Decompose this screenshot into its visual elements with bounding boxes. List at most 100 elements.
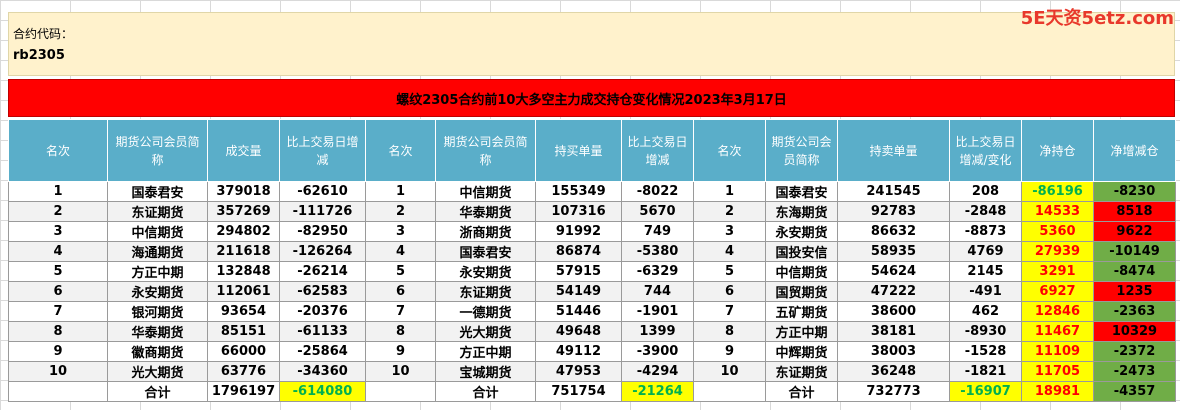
volume-change-cell[interactable]: -111726: [279, 201, 366, 222]
long-change-cell[interactable]: 744: [621, 281, 694, 302]
long-cell[interactable]: 86874: [535, 241, 622, 262]
total-cell[interactable]: [693, 381, 766, 402]
short-cell[interactable]: 36248: [837, 361, 950, 382]
rank-cell[interactable]: 5: [8, 261, 108, 282]
rank-cell[interactable]: 2: [8, 201, 108, 222]
short-change-cell[interactable]: 462: [949, 301, 1022, 322]
short-cell[interactable]: 47222: [837, 281, 950, 302]
short-change-header[interactable]: 比上交易日增减/变化: [949, 119, 1022, 182]
volume-cell[interactable]: 132848: [207, 261, 280, 282]
member-cell[interactable]: 国泰君安: [765, 181, 838, 202]
long-change-cell[interactable]: -4294: [621, 361, 694, 382]
member-header[interactable]: 期货公司会员简称: [435, 119, 536, 182]
short-cell[interactable]: 241545: [837, 181, 950, 202]
rank-cell[interactable]: 6: [693, 281, 766, 302]
rank-cell[interactable]: 1: [8, 181, 108, 202]
member-cell[interactable]: 宝城期货: [435, 361, 536, 382]
total-label-cell[interactable]: 合计: [107, 381, 208, 402]
short-cell[interactable]: 54624: [837, 261, 950, 282]
rank-cell[interactable]: 3: [365, 221, 436, 242]
member-cell[interactable]: 国投安信: [765, 241, 838, 262]
member-cell[interactable]: 华泰期货: [435, 201, 536, 222]
member-cell[interactable]: 东证期货: [435, 281, 536, 302]
long-change-cell[interactable]: -8022: [621, 181, 694, 202]
long-change-cell[interactable]: -1901: [621, 301, 694, 322]
long-cell[interactable]: 47953: [535, 361, 622, 382]
rank-header[interactable]: 名次: [365, 119, 436, 182]
rank-cell[interactable]: 7: [8, 301, 108, 322]
member-cell[interactable]: 浙商期货: [435, 221, 536, 242]
net-change-cell[interactable]: -8474: [1093, 261, 1176, 282]
member-cell[interactable]: 中信期货: [765, 261, 838, 282]
short-change-cell[interactable]: 2145: [949, 261, 1022, 282]
long-change-cell[interactable]: 5670: [621, 201, 694, 222]
short-change-cell[interactable]: -491: [949, 281, 1022, 302]
volume-cell[interactable]: 379018: [207, 181, 280, 202]
net-change-cell[interactable]: 9622: [1093, 221, 1176, 242]
member-cell[interactable]: 光大期货: [107, 361, 208, 382]
volume-cell[interactable]: 211618: [207, 241, 280, 262]
volume-change-cell[interactable]: -20376: [279, 301, 366, 322]
long-change-cell[interactable]: -3900: [621, 341, 694, 362]
member-cell[interactable]: 方正中期: [107, 261, 208, 282]
rank-cell[interactable]: 5: [693, 261, 766, 282]
member-cell[interactable]: 永安期货: [765, 221, 838, 242]
long-header[interactable]: 持买单量: [535, 119, 622, 182]
short-cell[interactable]: 38003: [837, 341, 950, 362]
member-cell[interactable]: 永安期货: [435, 261, 536, 282]
long-cell[interactable]: 49648: [535, 321, 622, 342]
net-position-cell[interactable]: 5360: [1021, 221, 1094, 242]
net-change-cell[interactable]: 8518: [1093, 201, 1176, 222]
member-cell[interactable]: 东海期货: [765, 201, 838, 222]
net-change-cell[interactable]: 1235: [1093, 281, 1176, 302]
short-change-cell[interactable]: 208: [949, 181, 1022, 202]
member-cell[interactable]: 中信期货: [107, 221, 208, 242]
long-change-header[interactable]: 比上交易日增减: [621, 119, 694, 182]
volume-change-cell[interactable]: -62583: [279, 281, 366, 302]
volume-cell[interactable]: 63776: [207, 361, 280, 382]
volume-cell[interactable]: 66000: [207, 341, 280, 362]
member-header[interactable]: 期货公司会员简称: [765, 119, 838, 182]
total-cell[interactable]: 751754: [535, 381, 622, 402]
rank-cell[interactable]: 9: [8, 341, 108, 362]
total-cell[interactable]: -16907: [949, 381, 1022, 402]
net-change-cell[interactable]: -10149: [1093, 241, 1176, 262]
net-position-cell[interactable]: 6927: [1021, 281, 1094, 302]
total-label-cell[interactable]: 合计: [765, 381, 838, 402]
member-cell[interactable]: 国泰君安: [107, 181, 208, 202]
short-cell[interactable]: 58935: [837, 241, 950, 262]
total-cell[interactable]: 1796197: [207, 381, 280, 402]
rank-cell[interactable]: 3: [8, 221, 108, 242]
volume-cell[interactable]: 112061: [207, 281, 280, 302]
volume-cell[interactable]: 294802: [207, 221, 280, 242]
net-change-cell[interactable]: 10329: [1093, 321, 1176, 342]
short-cell[interactable]: 38600: [837, 301, 950, 322]
volume-header[interactable]: 成交量: [207, 119, 280, 182]
total-cell[interactable]: [365, 381, 436, 402]
total-cell[interactable]: [8, 381, 108, 402]
rank-cell[interactable]: 6: [365, 281, 436, 302]
rank-cell[interactable]: 8: [693, 321, 766, 342]
long-change-cell[interactable]: 1399: [621, 321, 694, 342]
rank-cell[interactable]: 9: [693, 341, 766, 362]
short-cell[interactable]: 38181: [837, 321, 950, 342]
volume-change-cell[interactable]: -62610: [279, 181, 366, 202]
volume-change-cell[interactable]: -82950: [279, 221, 366, 242]
net-change-header[interactable]: 净增减仓: [1093, 119, 1176, 182]
member-cell[interactable]: 海通期货: [107, 241, 208, 262]
rank-cell[interactable]: 4: [8, 241, 108, 262]
total-cell[interactable]: -614080: [279, 381, 366, 402]
rank-cell[interactable]: 1: [693, 181, 766, 202]
member-cell[interactable]: 东证期货: [765, 361, 838, 382]
rank-cell[interactable]: 9: [365, 341, 436, 362]
net-position-header[interactable]: 净持仓: [1021, 119, 1094, 182]
volume-change-header[interactable]: 比上交易日增减: [279, 119, 366, 182]
member-cell[interactable]: 中辉期货: [765, 341, 838, 362]
member-header[interactable]: 期货公司会员简称: [107, 119, 208, 182]
member-cell[interactable]: 方正中期: [435, 341, 536, 362]
long-cell[interactable]: 54149: [535, 281, 622, 302]
long-cell[interactable]: 57915: [535, 261, 622, 282]
rank-cell[interactable]: 2: [365, 201, 436, 222]
member-cell[interactable]: 一德期货: [435, 301, 536, 322]
table-title[interactable]: 螺纹2305合约前10大多空主力成交持仓变化情况2023年3月17日: [8, 79, 1175, 117]
